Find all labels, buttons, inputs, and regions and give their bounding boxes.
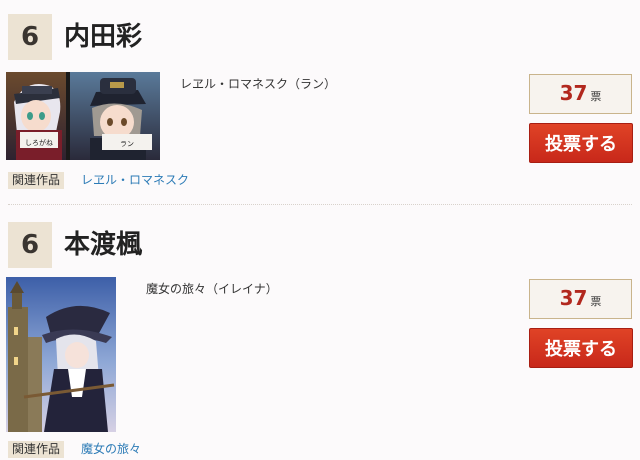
related-work-link[interactable]: レヱル・ロマネスク bbox=[81, 172, 189, 189]
rank-badge: 6 bbox=[8, 222, 52, 268]
related-works-label: 関連作品 bbox=[8, 441, 65, 458]
vote-count: 37 票 bbox=[529, 279, 632, 319]
character-role: 魔女の旅々（イレイナ） bbox=[146, 282, 278, 296]
character-thumbnail[interactable] bbox=[6, 277, 116, 432]
vote-button[interactable]: 投票する bbox=[529, 123, 633, 163]
vote-number: 37 bbox=[559, 81, 588, 105]
card-text: ラン bbox=[120, 140, 134, 148]
vote-button[interactable]: 投票する bbox=[529, 328, 633, 368]
character-thumbnail[interactable]: しろがね ラン bbox=[6, 72, 160, 160]
card-text: しろがね bbox=[25, 138, 53, 147]
majo-no-tabitabi-image bbox=[6, 277, 116, 432]
ranking-entry: 6 内田彩 しろがね ラン レヱル・ロマネスク（ラン） 37 票 投票する 関連… bbox=[0, 0, 640, 205]
vote-number: 37 bbox=[559, 286, 588, 310]
voice-actor-name: 本渡楓 bbox=[64, 230, 143, 260]
ranking-entry: 6 本渡楓 魔女の旅々（イレイナ） 37 票 投票する 関連作品 魔女の旅々 bbox=[0, 205, 640, 460]
vote-unit: 票 bbox=[590, 90, 602, 103]
character-role: レヱル・ロマネスク（ラン） bbox=[180, 77, 337, 91]
related-work-link[interactable]: 魔女の旅々 bbox=[81, 441, 141, 458]
related-works-label: 関連作品 bbox=[8, 172, 65, 189]
vote-unit: 票 bbox=[590, 295, 602, 308]
rank-badge: 6 bbox=[8, 14, 52, 60]
vote-count: 37 票 bbox=[529, 74, 632, 114]
voice-actor-name: 内田彩 bbox=[64, 22, 143, 52]
rail-romanesque-image: しろがね ラン bbox=[6, 72, 160, 160]
